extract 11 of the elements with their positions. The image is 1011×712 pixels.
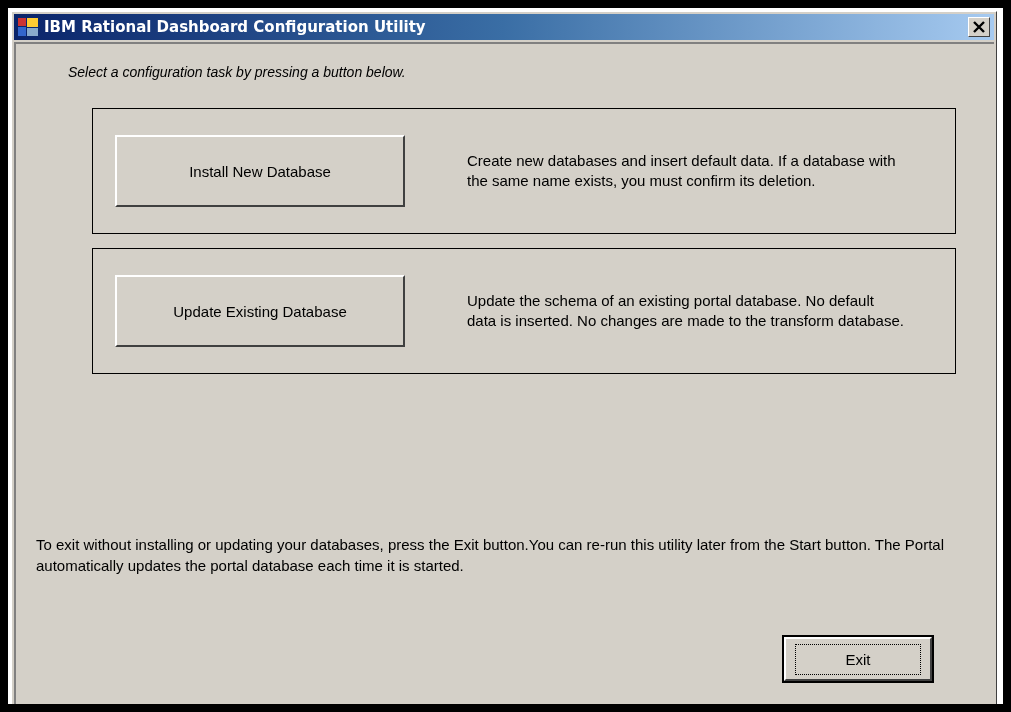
exit-button[interactable]: Exit xyxy=(784,637,932,681)
task-button[interactable]: Install New Database xyxy=(115,135,405,207)
exit-note: To exit without installing or updating your databases, press the Exit button.You can re-run this utility later from the Start button. The Portal automatically updates the portal database each time it is started. xyxy=(36,535,945,576)
window-title: IBM Rational Dashboard Configuration Utility xyxy=(44,18,427,36)
close-icon xyxy=(973,21,985,33)
task-description: Create new databases and insert default data. If a database with the same name exists, you must confirm its deletion. xyxy=(467,151,897,191)
task-button[interactable]: Update Existing Database xyxy=(115,275,405,347)
instruction-text: Select a configuration task by pressing a button below. xyxy=(68,64,406,80)
task-description: Update the schema of an existing portal database. No default data is inserted. No changes are made to the transform database. xyxy=(467,291,905,331)
app-icon xyxy=(18,18,38,36)
close-button[interactable] xyxy=(968,17,990,37)
